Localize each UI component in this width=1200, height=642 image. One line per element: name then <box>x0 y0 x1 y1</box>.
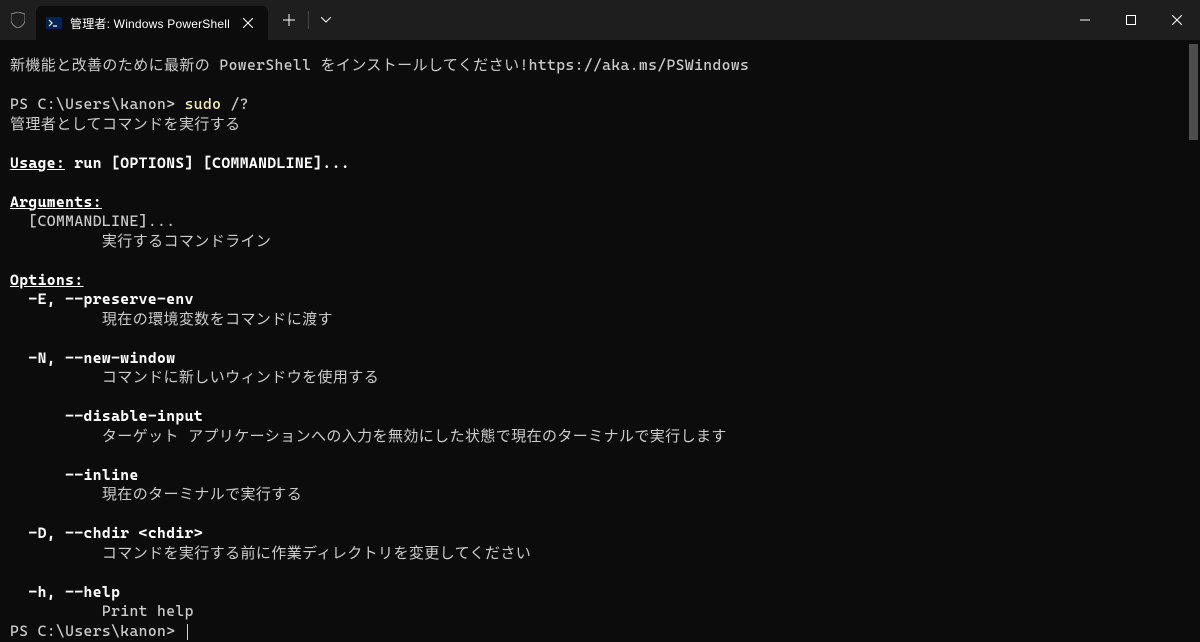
opt-N-flag: -N, --new-window <box>10 349 1190 369</box>
new-tab-button[interactable] <box>272 3 306 37</box>
banner-line: 新機能と改善のために最新の PowerShell をインストールしてください!h… <box>10 56 1190 76</box>
prompt2: PS C:\Users\kanon> <box>10 622 185 640</box>
help-title: 管理者としてコマンドを実行する <box>10 115 1190 135</box>
opt-inline-flag: --inline <box>10 466 1190 486</box>
tab-title: 管理者: Windows PowerShell <box>70 15 230 32</box>
command-args: /? <box>221 95 249 113</box>
titlebar: 管理者: Windows PowerShell <box>0 0 1200 40</box>
close-button[interactable] <box>1154 0 1200 40</box>
opt-h-desc: Print help <box>10 602 1190 622</box>
opt-disable-flag: --disable-input <box>10 407 1190 427</box>
opt-E-desc: 現在の環境変数をコマンドに渡す <box>10 310 1190 330</box>
opt-disable-desc: ターゲット アプリケーションへの入力を無効にした状態で現在のターミナルで実行しま… <box>10 427 1190 447</box>
arguments-label: Arguments: <box>10 193 1190 213</box>
opt-inline-desc: 現在のターミナルで実行する <box>10 485 1190 505</box>
prompt-prefix: PS C:\Users\kanon> <box>10 95 185 113</box>
minimize-button[interactable] <box>1062 0 1108 40</box>
cursor <box>187 624 188 640</box>
maximize-button[interactable] <box>1108 0 1154 40</box>
terminal-output[interactable]: 新機能と改善のために最新の PowerShell をインストールしてください!h… <box>0 40 1200 641</box>
tab-dropdown-button[interactable] <box>311 3 341 37</box>
powershell-icon <box>46 15 62 31</box>
usage-text: run [OPTIONS] [COMMANDLINE]... <box>65 154 350 172</box>
arg-name: [COMMANDLINE]... <box>10 212 1190 232</box>
command-sudo: sudo <box>185 95 222 113</box>
options-label: Options: <box>10 271 1190 291</box>
tab-divider <box>308 11 309 29</box>
opt-E-flag: -E, --preserve-env <box>10 290 1190 310</box>
tab-active[interactable]: 管理者: Windows PowerShell <box>36 6 268 40</box>
opt-D-flag: -D, --chdir <chdir> <box>10 524 1190 544</box>
opt-D-desc: コマンドを実行する前に作業ディレクトリを変更してください <box>10 544 1190 564</box>
arg-desc: 実行するコマンドライン <box>10 232 1190 252</box>
opt-N-desc: コマンドに新しいウィンドウを使用する <box>10 368 1190 388</box>
opt-h-flag: -h, --help <box>10 583 1190 603</box>
tab-close-button[interactable] <box>238 13 258 33</box>
scrollbar-thumb[interactable] <box>1189 44 1198 140</box>
usage-label: Usage: <box>10 154 65 172</box>
window-controls <box>1062 0 1200 40</box>
shield-icon <box>0 0 36 40</box>
